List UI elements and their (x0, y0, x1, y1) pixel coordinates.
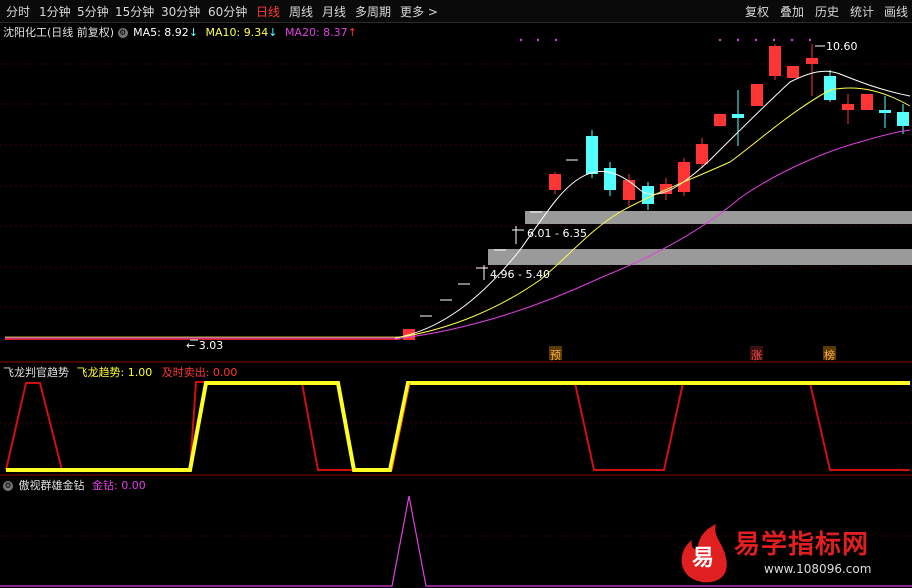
zone2-label: 4.96 - 5.40 (490, 268, 550, 281)
diamond-panel-title[interactable]: 傲视群雄金钻 (19, 479, 85, 492)
kline-chart[interactable] (0, 0, 912, 588)
ma20-line (394, 129, 911, 340)
resistance-zone-1 (525, 211, 912, 224)
high-price-label: 10.60 (826, 40, 858, 53)
trend-panel-legend: 飞龙判官趋势 飞龙趋势: 1.00 及时卖出: 0.00 (3, 364, 237, 380)
signal-dots (519, 38, 812, 42)
sell-value-label: 及时卖出: 0.00 (161, 366, 238, 379)
trend-line-inner (391, 382, 411, 471)
candles (403, 44, 909, 340)
ma5-line (394, 70, 911, 339)
gold-value-label: 金钻: 0.00 (92, 479, 146, 492)
marker-bang: 榜 (824, 349, 835, 362)
watermark-brand: 易学指标网 (734, 530, 870, 560)
watermark-logo-char: 易 (692, 546, 715, 571)
marker-yu: 预 (550, 349, 561, 362)
watermark-url: www.108096.com (764, 562, 872, 576)
sell-line (5, 381, 910, 471)
trend-line (6, 381, 910, 472)
resistance-zone-2 (488, 249, 912, 265)
low-price-label: ← 3.03 (186, 339, 224, 352)
marker-zhang: 涨 (751, 349, 762, 362)
trend-value-label: 飞龙趋势: 1.00 (76, 366, 153, 379)
trend-panel-title[interactable]: 飞龙判官趋势 (3, 366, 69, 379)
diamond-panel-legend: ⚙ 傲视群雄金钻 金钻: 0.00 (3, 477, 146, 493)
grid-lines (0, 63, 912, 537)
panel3-settings-icon[interactable]: ⚙ (3, 481, 13, 491)
zone1-label: 6.01 - 6.35 (527, 227, 587, 240)
watermark: 易 易学指标网 www.108096.com (672, 518, 912, 588)
